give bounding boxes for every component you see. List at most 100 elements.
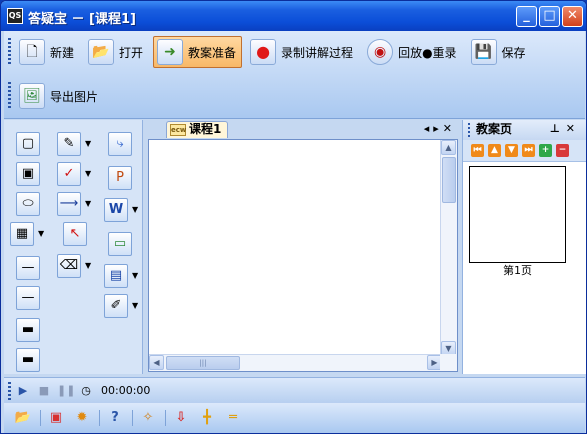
toolbar-grip-2[interactable]	[8, 82, 11, 110]
open-folder-icon: 📂	[88, 39, 115, 65]
lesson-prep-button-label: 教案准备	[188, 45, 237, 60]
tab-course-1[interactable]: ecw 课程1	[166, 121, 228, 138]
export-image-icon: 🖼	[19, 83, 45, 109]
page-tools: ⏮ ▲ ▼ ⏭ + −	[463, 140, 586, 162]
new-document-icon: 🗋	[19, 39, 45, 65]
page-thumbnail[interactable]	[469, 166, 566, 263]
status-grip[interactable]	[8, 381, 11, 400]
page-thumbnail-label: 第1页	[503, 264, 532, 277]
save-button[interactable]: 💾 保存	[467, 36, 532, 68]
insert-image-icon[interactable]: ▭	[108, 232, 132, 256]
separator	[40, 410, 41, 426]
lesson-prep-icon: ➜	[157, 39, 184, 65]
rounded-rect-icon[interactable]: ▣	[16, 162, 40, 186]
pointer-icon[interactable]: ↖	[63, 222, 87, 246]
elapsed-time: 00:00:00	[101, 384, 151, 397]
word-dropdown-icon[interactable]: ▼	[132, 206, 140, 214]
record-button[interactable]: ● 录制讲解过程	[246, 36, 359, 68]
add-page-icon[interactable]: +	[539, 144, 552, 157]
export-icon[interactable]: ⇩	[172, 409, 190, 427]
settings-grid-icon[interactable]: ▣	[47, 409, 65, 427]
crosshair-icon[interactable]: ╋	[198, 409, 216, 427]
prev-page-icon[interactable]: ▲	[488, 144, 501, 157]
tab-controls[interactable]: ◂▸✕	[424, 122, 456, 135]
word-icon[interactable]: W	[104, 198, 128, 222]
playback-button-label: 回放●重录	[398, 45, 457, 60]
next-page-icon[interactable]: ▼	[505, 144, 518, 157]
text-pen-dropdown-icon[interactable]: ▼	[132, 302, 140, 310]
stop-icon[interactable]: ■	[36, 383, 52, 399]
play-icon[interactable]: ▶	[15, 383, 31, 399]
line-medium-icon[interactable]: —	[16, 286, 40, 310]
separator	[165, 410, 166, 426]
clock-icon: ◷	[81, 383, 91, 397]
new-button[interactable]: 🗋 新建	[15, 36, 80, 68]
vertical-scroll-thumb[interactable]	[442, 157, 456, 203]
save-button-label: 保存	[501, 45, 526, 60]
toolbar-row-2: 🖼 导出图片	[4, 77, 108, 115]
wand-icon[interactable]: ✧	[139, 409, 157, 427]
last-page-icon[interactable]: ⏭	[522, 144, 535, 157]
line-bold-icon[interactable]: ▬	[16, 348, 40, 372]
text-pen-icon[interactable]: ✐	[104, 294, 128, 318]
powerpoint-icon[interactable]: P	[108, 166, 132, 190]
eraser-dropdown-icon[interactable]: ▼	[85, 262, 93, 270]
equal-lines-icon[interactable]: ═	[224, 409, 242, 427]
checkmark-icon[interactable]: ✓	[57, 162, 81, 186]
close-button[interactable]: ✕	[562, 6, 583, 27]
ellipse-icon[interactable]: ⬭	[16, 192, 40, 216]
checkmark-dropdown-icon[interactable]: ▼	[85, 170, 93, 178]
app-icon: QS	[7, 8, 23, 24]
toolbar-grip[interactable]	[8, 38, 11, 66]
line-thin-icon[interactable]: —	[16, 256, 40, 280]
minimize-button[interactable]: _	[516, 6, 537, 27]
main-toolbar: 🗋 新建 📂 打开 ➜ 教案准备 ● 录制讲解过程 ◉ 回放●重录 💾 保存 🖼…	[4, 31, 585, 119]
rect-frame-icon[interactable]: ▢	[16, 132, 40, 156]
vertical-scrollbar[interactable]: ▲ ▼	[440, 140, 457, 356]
help-icon[interactable]: ?	[106, 409, 124, 427]
ecw-file-icon: ecw	[170, 124, 187, 136]
grid-dropdown-icon[interactable]: ▼	[38, 230, 46, 238]
scroll-up-icon[interactable]: ▲	[441, 140, 456, 155]
open-button[interactable]: 📂 打开	[84, 36, 149, 68]
eraser-icon[interactable]: ⌫	[57, 254, 81, 278]
open-button-label: 打开	[119, 45, 144, 60]
document-area: ecw 课程1 ◂▸✕ ▲ ▼ ◀ ||| ▶	[146, 120, 460, 374]
pen-icon[interactable]: ✎	[57, 132, 81, 156]
horizontal-scroll-thumb[interactable]: |||	[166, 356, 240, 370]
arrow-dropdown-icon[interactable]: ▼	[85, 200, 93, 208]
media-dropdown-icon[interactable]: ▼	[132, 272, 140, 280]
panel-title: 教案页	[476, 122, 513, 136]
separator	[99, 410, 100, 426]
tab-label: 课程1	[189, 122, 222, 136]
lesson-prep-button[interactable]: ➜ 教案准备	[153, 36, 243, 68]
export-image-button-label: 导出图片	[50, 89, 99, 104]
media-icon[interactable]: ▤	[104, 264, 128, 288]
arrow-line-icon[interactable]: ⟶	[57, 192, 81, 216]
first-page-icon[interactable]: ⏮	[471, 144, 484, 157]
select-tool-icon[interactable]: ⤷	[108, 132, 132, 156]
scroll-left-icon[interactable]: ◀	[149, 355, 164, 370]
maximize-button[interactable]: □	[539, 6, 560, 27]
playback-bar: ▶ ■ ❚❚ ◷ 00:00:00	[4, 377, 585, 403]
panel-grip[interactable]	[468, 123, 470, 137]
panel-header: 教案页 ⊥✕	[463, 120, 586, 140]
line-thick-icon[interactable]: ▬	[16, 318, 40, 342]
playback-button[interactable]: ◉ 回放●重录	[363, 36, 462, 68]
toolbar-row-1: 🗋 新建 📂 打开 ➜ 教案准备 ● 录制讲解过程 ◉ 回放●重录 💾 保存	[4, 33, 536, 71]
horizontal-scrollbar[interactable]: ◀ ||| ▶	[149, 354, 442, 371]
tool-palette: ▢ ▣ ⬭ ▦ ▼ — — ▬ ▬ ✎ ▼ ✓ ▼ ⟶ ▼ ↖ ⌫ ▼ ⤷ P …	[4, 120, 143, 374]
drawing-canvas[interactable]: ▲ ▼ ◀ ||| ▶	[148, 139, 458, 372]
playback-icon: ◉	[367, 39, 394, 65]
delete-page-icon[interactable]: −	[556, 144, 569, 157]
pen-dropdown-icon[interactable]: ▼	[85, 140, 93, 148]
pause-icon[interactable]: ❚❚	[57, 383, 75, 399]
gear-icon[interactable]: ✹	[73, 409, 91, 427]
title-bar[interactable]: QS 答疑宝 － [课程1] _ □ ✕	[1, 1, 586, 31]
app-window: QS 答疑宝 － [课程1] _ □ ✕ 🗋 新建 📂 打开 ➜ 教案准备 ● …	[0, 0, 587, 434]
export-image-button[interactable]: 🖼 导出图片	[15, 80, 104, 112]
open-folder-icon[interactable]: 📂	[14, 409, 32, 427]
panel-controls[interactable]: ⊥✕	[550, 120, 581, 138]
new-button-label: 新建	[50, 45, 75, 60]
grid-icon[interactable]: ▦	[10, 222, 34, 246]
